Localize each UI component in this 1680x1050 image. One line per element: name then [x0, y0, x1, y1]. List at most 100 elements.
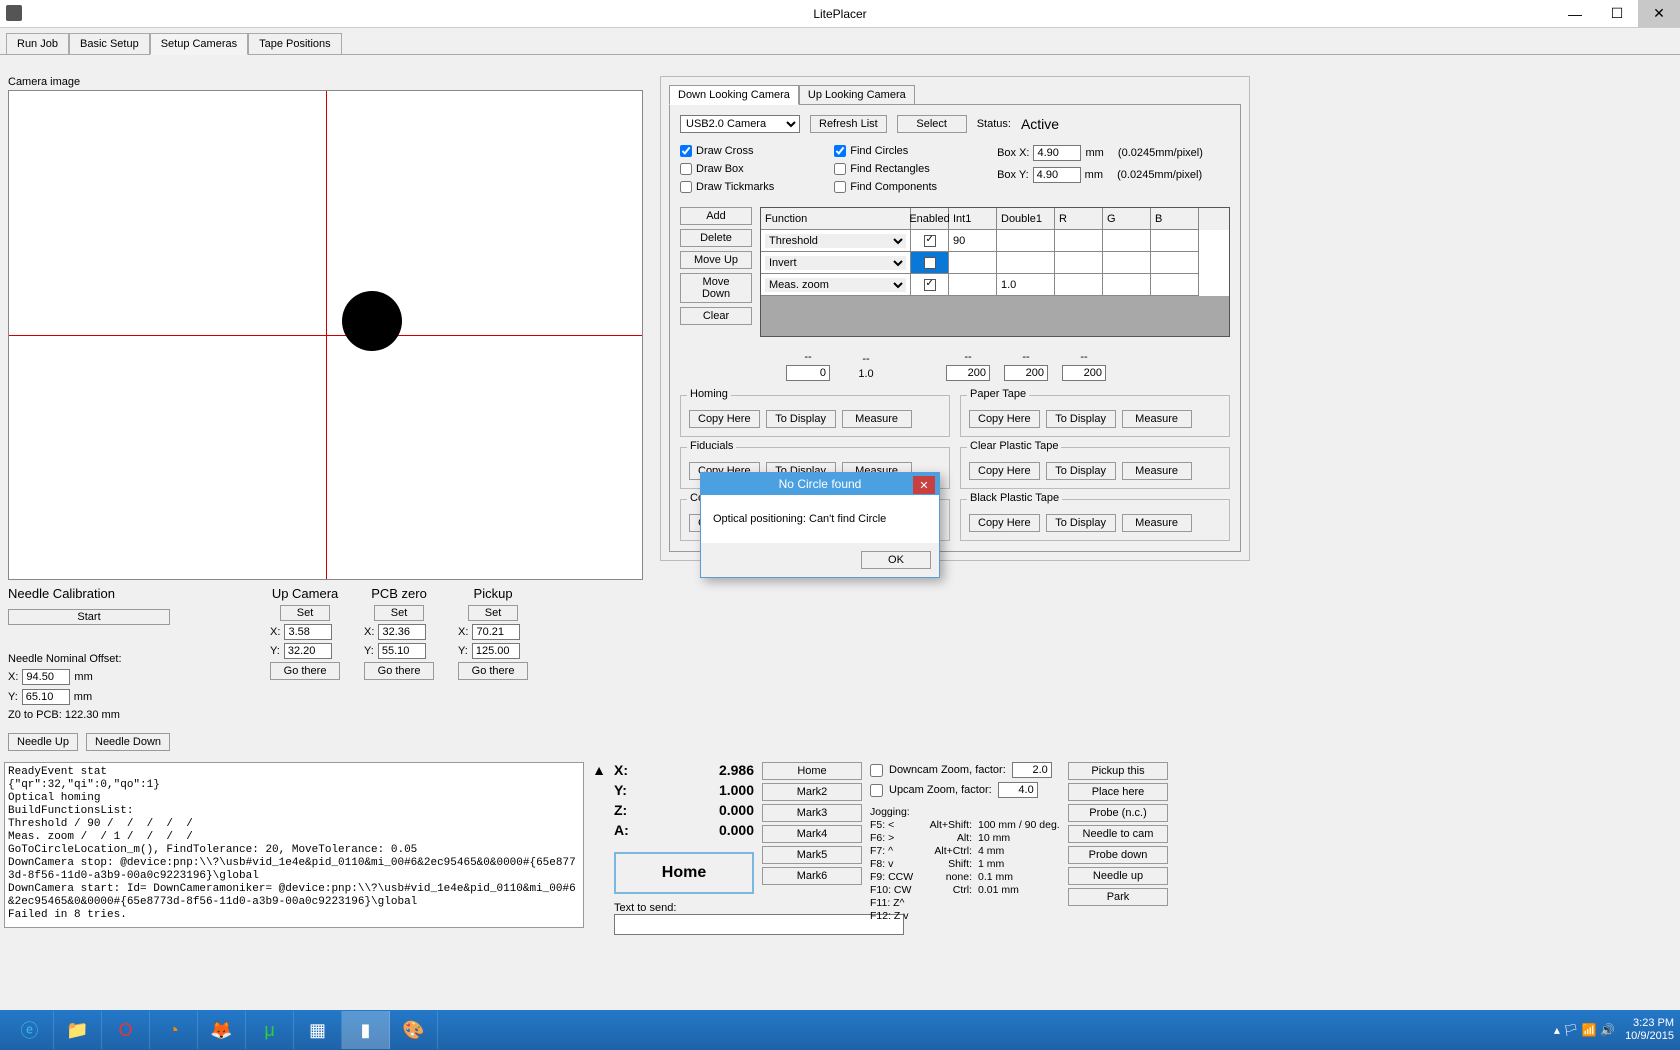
dialog-title: No Circle found — [779, 477, 862, 491]
box-y-input[interactable] — [1033, 167, 1081, 183]
box-x-input[interactable] — [1033, 145, 1081, 161]
tab-basic-setup[interactable]: Basic Setup — [69, 33, 150, 55]
taskbar-uc-icon[interactable]: ◔ — [150, 1011, 198, 1049]
table-row[interactable]: Meas. zoom1.0 — [761, 274, 1229, 296]
tab-run-job[interactable]: Run Job — [6, 33, 69, 55]
probe-down-button[interactable]: Probe down — [1068, 846, 1168, 864]
needle-x-input[interactable] — [22, 669, 70, 685]
mark-mark5-button[interactable]: Mark5 — [762, 846, 862, 864]
home-big-button[interactable]: Home — [614, 852, 754, 894]
upcam-set-button[interactable]: Set — [280, 605, 330, 621]
tray-icons[interactable]: ▴ 🏳 📶 🔊 — [1554, 1023, 1615, 1037]
draw-box-checkbox[interactable]: Draw Box — [680, 163, 774, 175]
needle-to-cam-button[interactable]: Needle to cam — [1068, 825, 1168, 843]
probe-n-c--button[interactable]: Probe (n.c.) — [1068, 804, 1168, 822]
paper-tape-to-display-button[interactable]: To Display — [1046, 410, 1116, 428]
downcam-zoom-input[interactable] — [1012, 762, 1052, 778]
find-comp-checkbox[interactable]: Find Components — [834, 181, 937, 193]
refresh-list-button[interactable]: Refresh List — [810, 115, 887, 133]
filter-btn-add[interactable]: Add — [680, 207, 752, 225]
taskbar-paint-icon[interactable]: 🎨 — [390, 1011, 438, 1049]
black-plastic-tape-to-display-button[interactable]: To Display — [1046, 514, 1116, 532]
clear-plastic-tape-measure-button[interactable]: Measure — [1122, 462, 1192, 480]
pickup-x-input[interactable] — [472, 624, 520, 640]
find-rect-checkbox[interactable]: Find Rectangles — [834, 163, 937, 175]
taskbar-utorrent-icon[interactable]: μ — [246, 1011, 294, 1049]
pickup-y-input[interactable] — [472, 643, 520, 659]
pcbzero-title: PCB zero — [364, 586, 434, 601]
table-row[interactable]: Threshold90 — [761, 230, 1229, 252]
upcam-y-input[interactable] — [284, 643, 332, 659]
homing-measure-button[interactable]: Measure — [842, 410, 912, 428]
mark-mark4-button[interactable]: Mark4 — [762, 825, 862, 843]
filter-btn-clear[interactable]: Clear — [680, 307, 752, 325]
tab-down-camera[interactable]: Down Looking Camera — [669, 85, 799, 105]
taskbar-explorer-icon[interactable]: 📁 — [54, 1011, 102, 1049]
taskbar-liteplacer-icon[interactable]: ▮ — [342, 1011, 390, 1049]
find-circles-checkbox[interactable]: Find Circles — [834, 145, 937, 157]
tab-setup-cameras[interactable]: Setup Cameras — [150, 33, 248, 55]
taskbar-ie-icon[interactable]: ⓔ — [6, 1011, 54, 1049]
camera-device-select[interactable]: USB2.0 Camera — [680, 115, 800, 133]
taskbar-firefox-icon[interactable]: 🦊 — [198, 1011, 246, 1049]
scroll-up-icon[interactable]: ▲ — [592, 762, 606, 935]
mark-mark6-button[interactable]: Mark6 — [762, 867, 862, 885]
upcam-go-button[interactable]: Go there — [270, 662, 340, 680]
needle-up-button[interactable]: Needle up — [1068, 867, 1168, 885]
select-camera-button[interactable]: Select — [897, 115, 967, 133]
tab-tape-positions[interactable]: Tape Positions — [248, 33, 342, 55]
minimize-button[interactable]: — — [1554, 0, 1596, 27]
black-plastic-tape-measure-button[interactable]: Measure — [1122, 514, 1192, 532]
downcam-zoom-check[interactable] — [870, 764, 883, 777]
clear-plastic-tape-copy-here-button[interactable]: Copy Here — [969, 462, 1040, 480]
filter-btn-delete[interactable]: Delete — [680, 229, 752, 247]
table-row[interactable]: Invert — [761, 252, 1229, 274]
num-0[interactable] — [786, 365, 830, 381]
homing-copy-here-button[interactable]: Copy Here — [689, 410, 760, 428]
groupbox-homing: HomingCopy HereTo DisplayMeasure — [680, 395, 950, 437]
paper-tape-measure-button[interactable]: Measure — [1122, 410, 1192, 428]
taskbar-opera-icon[interactable]: O — [102, 1011, 150, 1049]
close-button[interactable]: ✕ — [1638, 0, 1680, 27]
needle-down-button[interactable]: Needle Down — [86, 733, 170, 751]
needle-up-button[interactable]: Needle Up — [8, 733, 78, 751]
groupbox-black-plastic-tape: Black Plastic TapeCopy HereTo DisplayMea… — [960, 499, 1230, 541]
park-button[interactable]: Park — [1068, 888, 1168, 906]
taskbar-date: 10/9/2015 — [1625, 1030, 1674, 1043]
taskbar-app1-icon[interactable]: ▦ — [294, 1011, 342, 1049]
maximize-button[interactable]: ☐ — [1596, 0, 1638, 27]
draw-tick-checkbox[interactable]: Draw Tickmarks — [680, 181, 774, 193]
needle-y-input[interactable] — [22, 689, 70, 705]
filter-btn-move-down[interactable]: Move Down — [680, 273, 752, 303]
needle-cal-title: Needle Calibration — [8, 586, 170, 601]
num-r[interactable] — [946, 365, 990, 381]
dialog-close-button[interactable]: ✕ — [913, 476, 935, 494]
needle-start-button[interactable]: Start — [8, 609, 170, 625]
paper-tape-copy-here-button[interactable]: Copy Here — [969, 410, 1040, 428]
app-icon — [6, 5, 22, 21]
pcbzero-y-input[interactable] — [378, 643, 426, 659]
homing-to-display-button[interactable]: To Display — [766, 410, 836, 428]
filter-btn-move-up[interactable]: Move Up — [680, 251, 752, 269]
pickup-go-button[interactable]: Go there — [458, 662, 528, 680]
pickup-set-button[interactable]: Set — [468, 605, 518, 621]
num-b[interactable] — [1062, 365, 1106, 381]
mark-mark3-button[interactable]: Mark3 — [762, 804, 862, 822]
num-1[interactable] — [844, 367, 888, 381]
tab-up-camera[interactable]: Up Looking Camera — [799, 85, 915, 105]
pcbzero-set-button[interactable]: Set — [374, 605, 424, 621]
mark-mark2-button[interactable]: Mark2 — [762, 783, 862, 801]
black-plastic-tape-copy-here-button[interactable]: Copy Here — [969, 514, 1040, 532]
upcam-x-input[interactable] — [284, 624, 332, 640]
draw-cross-checkbox[interactable]: Draw Cross — [680, 145, 774, 157]
place-here-button[interactable]: Place here — [1068, 783, 1168, 801]
num-g[interactable] — [1004, 365, 1048, 381]
pcbzero-go-button[interactable]: Go there — [364, 662, 434, 680]
pcbzero-x-input[interactable] — [378, 624, 426, 640]
dialog-ok-button[interactable]: OK — [861, 551, 931, 569]
upcam-zoom-check[interactable] — [870, 784, 883, 797]
clear-plastic-tape-to-display-button[interactable]: To Display — [1046, 462, 1116, 480]
upcam-zoom-input[interactable] — [998, 782, 1038, 798]
pickup-this-button[interactable]: Pickup this — [1068, 762, 1168, 780]
mark-home-button[interactable]: Home — [762, 762, 862, 780]
